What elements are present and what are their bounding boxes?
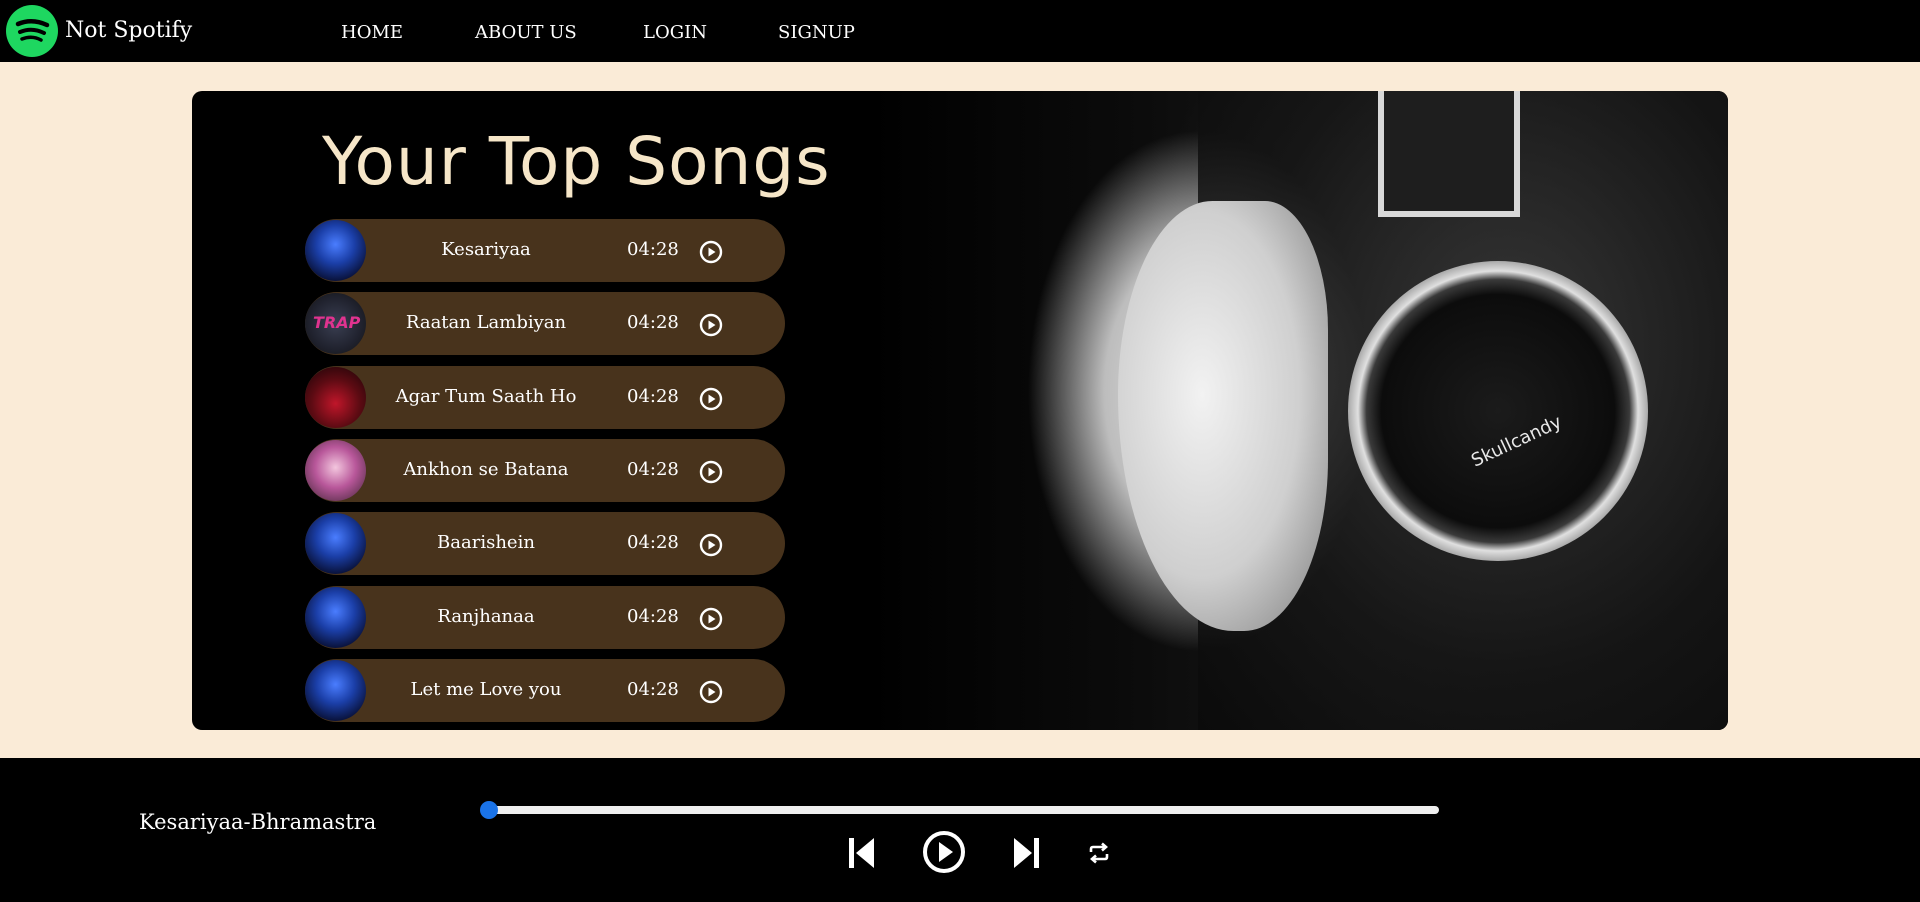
song-row[interactable]: Kesariyaa 04:28 (305, 219, 785, 282)
song-name: Baarishein (437, 532, 535, 554)
album-cover (305, 366, 366, 428)
album-cover: TRAP (305, 293, 366, 355)
song-duration: 04:28 (627, 458, 679, 480)
song-name: Kesariyaa (441, 239, 531, 260)
song-name: Raatan Lambiyan (405, 312, 567, 334)
hero-image: Skullcandy (868, 91, 1728, 730)
song-row[interactable]: Baarishein 04:28 (305, 512, 785, 576)
headphone-band (1378, 91, 1520, 217)
hero-face (1118, 201, 1328, 631)
play-circle-icon[interactable] (699, 387, 723, 411)
song-duration: 04:28 (627, 532, 679, 554)
player-bar: Kesariyaa-Bhramastra (0, 758, 1920, 902)
play-icon[interactable] (922, 830, 966, 878)
nav-signup-link[interactable]: SIGNUP (778, 22, 855, 43)
song-row[interactable]: Let me Love you 04:28 (305, 658, 785, 722)
page-title: Your Top Songs (322, 123, 831, 200)
play-circle-icon[interactable] (699, 313, 723, 337)
song-row[interactable]: Ankhon se Batana 04:28 (305, 438, 785, 502)
album-cover (305, 439, 366, 501)
nav-home-link[interactable]: HOME (341, 22, 403, 43)
play-circle-icon[interactable] (699, 460, 723, 484)
play-circle-icon[interactable] (699, 533, 723, 557)
album-cover (305, 586, 366, 648)
album-cover (305, 220, 366, 281)
play-circle-icon[interactable] (699, 240, 723, 264)
song-row[interactable]: Ranjhanaa 04:28 (305, 585, 785, 649)
song-name: Let me Love you (410, 678, 562, 700)
top-navbar: Not Spotify HOME ABOUT US LOGIN SIGNUP (0, 0, 1920, 62)
song-name: Ankhon se Batana (403, 458, 569, 480)
repeat-icon[interactable] (1087, 841, 1111, 869)
song-duration: 04:28 (627, 605, 679, 627)
song-row[interactable]: Agar Tum Saath Ho 04:28 (305, 365, 785, 429)
song-name: Agar Tum Saath Ho (395, 385, 577, 407)
song-row[interactable]: TRAP Raatan Lambiyan 04:28 (305, 292, 785, 356)
top-songs-card: Skullcandy Your Top Songs Kesariyaa 04:28… (192, 91, 1728, 730)
progress-slider[interactable] (480, 801, 1439, 819)
brand-name[interactable]: Not Spotify (65, 18, 192, 43)
next-icon[interactable] (1012, 836, 1040, 874)
album-cover (305, 659, 366, 721)
nav-login-link[interactable]: LOGIN (643, 22, 707, 43)
album-cover (305, 513, 366, 575)
previous-icon[interactable] (848, 836, 876, 874)
song-duration: 04:28 (627, 312, 679, 334)
song-duration: 04:28 (627, 678, 679, 700)
song-duration: 04:28 (627, 385, 679, 407)
now-playing-title: Kesariyaa-Bhramastra (139, 810, 377, 834)
headphone-brand-logo: Skullcandy (1468, 411, 1566, 472)
progress-knob[interactable] (480, 801, 498, 819)
play-circle-icon[interactable] (699, 680, 723, 704)
play-circle-icon[interactable] (699, 607, 723, 631)
spotify-logo-icon[interactable] (6, 5, 58, 57)
nav-about-link[interactable]: ABOUT US (475, 22, 577, 43)
song-duration: 04:28 (627, 239, 679, 260)
song-name: Ranjhanaa (437, 605, 535, 627)
headphone-cup: Skullcandy (1348, 261, 1648, 561)
